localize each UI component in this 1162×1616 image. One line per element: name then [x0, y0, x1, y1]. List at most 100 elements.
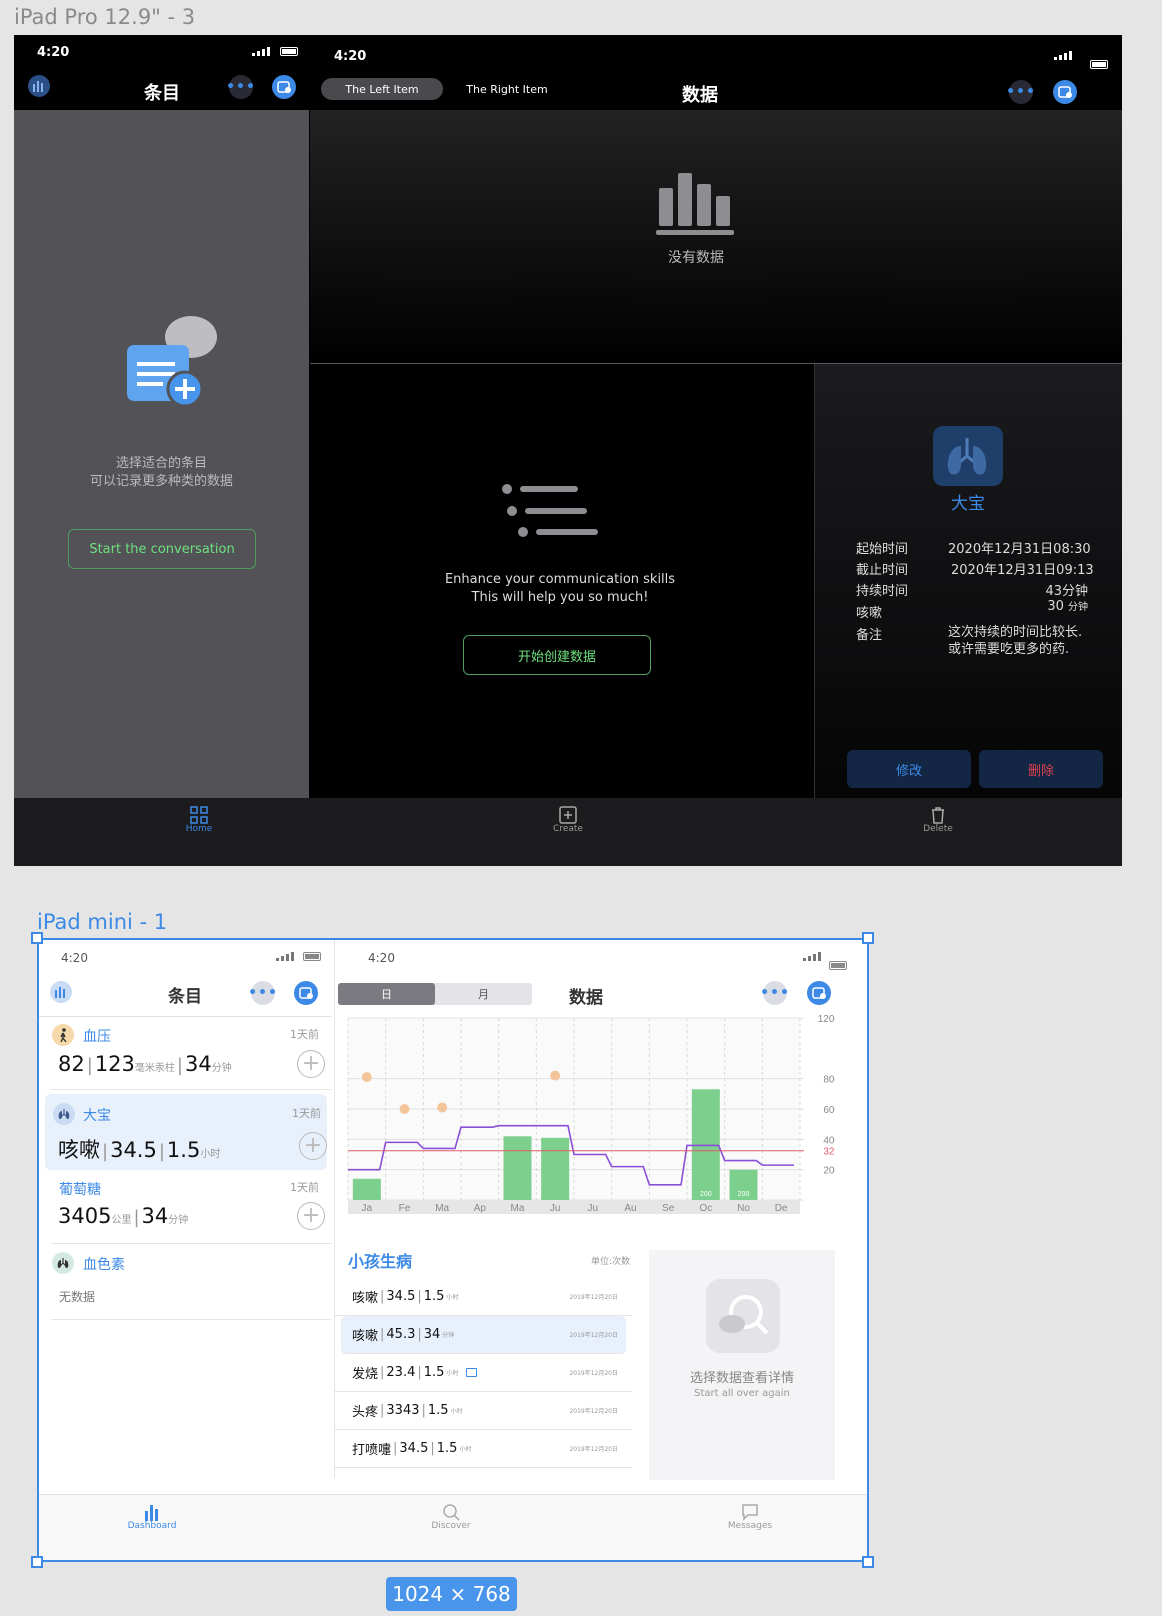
x-tick-label: Ju — [550, 1203, 561, 1214]
segment-right[interactable]: The Right Item — [446, 78, 568, 100]
tab-dashboard[interactable]: Dashboard — [122, 1503, 182, 1531]
table-row[interactable]: 咳嗽 | 34.5 | 1.5 小时 2019年12月20日 — [335, 1278, 632, 1316]
main-title: 数据 — [682, 85, 718, 106]
chart-icon[interactable] — [50, 981, 72, 1003]
value-note-line1: 这次持续的时间比较长. — [948, 625, 1083, 640]
start-conversation-button[interactable]: Start the conversation — [68, 529, 256, 569]
item-value: 3405 — [58, 1204, 112, 1228]
bar — [541, 1137, 570, 1200]
item-value: 34.5 — [110, 1138, 157, 1162]
resize-handle[interactable] — [862, 932, 874, 944]
bar-label: 200 — [738, 1191, 750, 1198]
signal-icon — [1054, 51, 1072, 60]
resize-handle[interactable] — [862, 1556, 874, 1568]
item-ago: 1天前 — [290, 1181, 319, 1194]
tab-bar: Home Create Delete — [14, 798, 1122, 866]
record-date: 2019年12月20日 — [569, 1294, 618, 1301]
item-value: 82 — [58, 1052, 85, 1076]
table-row[interactable]: 打喷嚏 | 34.5 | 1.5 小时 2019年12月20日 — [335, 1430, 632, 1468]
x-tick-label: Oc — [699, 1203, 712, 1214]
add-entry-button[interactable] — [272, 75, 296, 99]
list-empty-line2: This will help you so much! — [471, 590, 649, 605]
list-item[interactable]: 葡萄糖 1天前 3405公里 |34分钟 + — [51, 1174, 331, 1244]
segment-left[interactable]: The Left Item — [321, 78, 443, 100]
list-item[interactable]: 血色素 无数据 — [51, 1248, 331, 1320]
new-entry-illustration-icon — [127, 316, 217, 408]
item-unit: 分钟 — [168, 1215, 189, 1226]
add-record-button[interactable]: + — [297, 1050, 325, 1078]
chart-icon[interactable] — [28, 75, 50, 97]
list-icon — [502, 484, 598, 537]
record-value: 3343 — [386, 1403, 420, 1418]
more-button[interactable]: ••• — [226, 75, 255, 99]
record-value: 45.3 — [386, 1327, 416, 1342]
tab-discover[interactable]: Discover — [421, 1503, 481, 1531]
detail-name: 大宝 — [951, 494, 985, 514]
status-time-left: 4:20 — [37, 45, 70, 60]
record-value: 1.5 — [427, 1403, 449, 1418]
item-value: 123 — [94, 1052, 135, 1076]
table-row[interactable]: 头疼 | 3343 | 1.5 小时 2019年12月20日 — [335, 1392, 632, 1430]
record-date: 2019年12月20日 — [569, 1446, 618, 1453]
record-date: 2019年12月20日 — [569, 1370, 618, 1377]
segment-day[interactable]: 日 — [338, 983, 435, 1005]
item-unit: 小时 — [200, 1149, 221, 1160]
create-data-button[interactable]: 开始创建数据 — [463, 635, 651, 675]
signal-icon — [803, 952, 821, 961]
table-row[interactable]: 发烧 | 23.4 | 1.5 小时 2019年12月20日 — [335, 1354, 632, 1392]
signal-icon — [252, 47, 270, 56]
item-value: 34 — [141, 1204, 169, 1228]
tab-home[interactable]: Home — [174, 806, 224, 834]
segment-month[interactable]: 月 — [435, 983, 532, 1005]
signal-icon — [276, 952, 294, 961]
value-cough: 30 — [1047, 599, 1064, 614]
more-button[interactable]: ••• — [1006, 80, 1035, 104]
reference-label: 325 — [823, 1147, 835, 1158]
y-tick-label: 800 — [823, 1075, 835, 1086]
item-name: 血色素 — [83, 1257, 125, 1273]
add-record-button[interactable]: + — [299, 1132, 327, 1160]
tab-messages[interactable]: Messages — [720, 1503, 780, 1531]
tab-create[interactable]: Create — [543, 806, 593, 834]
tab-delete[interactable]: Delete — [913, 806, 963, 834]
add-entry-button[interactable] — [807, 981, 831, 1005]
item-unit: 毫米汞柱 — [134, 1063, 175, 1074]
x-tick-label: Ja — [362, 1203, 373, 1214]
list-item-selected[interactable]: 大宝 1天前 咳嗽 |34.5 |1.5小时 + — [45, 1094, 327, 1170]
edit-button[interactable]: 修改 — [847, 750, 971, 788]
resize-handle[interactable] — [31, 1556, 43, 1568]
battery-icon — [303, 952, 321, 961]
empty-chart-text: 没有数据 — [668, 250, 724, 266]
x-tick-label: Se — [662, 1203, 675, 1214]
add-record-button[interactable]: + — [297, 1202, 325, 1230]
value-cough-unit: 分钟 — [1068, 602, 1088, 613]
table-row-selected[interactable]: 咳嗽 | 45.3 | 34 分钟 2019年12月20日 — [341, 1316, 626, 1354]
add-entry-button[interactable] — [1053, 80, 1077, 104]
data-point — [550, 1070, 561, 1081]
record-value: 23.4 — [386, 1365, 416, 1380]
more-button[interactable]: ••• — [760, 981, 789, 1005]
x-tick-label: Ma — [435, 1203, 449, 1214]
delete-button[interactable]: 删除 — [979, 750, 1103, 788]
bar — [352, 1178, 381, 1200]
main-title: 数据 — [569, 988, 603, 1008]
y-tick-label: 1200 — [818, 1014, 835, 1025]
record-name: 打喷嚏 — [352, 1443, 392, 1458]
tab-create-label: Create — [553, 824, 583, 834]
tab-messages-label: Messages — [727, 1521, 773, 1531]
x-tick-label: De — [775, 1203, 788, 1214]
more-button[interactable]: ••• — [248, 981, 277, 1005]
resize-handle[interactable] — [31, 932, 43, 944]
record-value: 34.5 — [399, 1441, 429, 1456]
plus-square-icon — [559, 806, 577, 824]
add-entry-button[interactable] — [294, 981, 318, 1005]
y-tick-label: 200 — [823, 1166, 835, 1177]
detail-panel: 大宝 起始时间 2020年12月31日08:30 截止时间 2020年12月31… — [814, 364, 1122, 798]
list-item[interactable]: 血压 1天前 82 |123毫米汞柱 |34分钟 + — [51, 1020, 331, 1090]
trash-icon — [932, 807, 944, 824]
item-name: 大宝 — [83, 1108, 111, 1124]
ipad-pro-frame: 4:20 4:20 条目 ••• The Left Item The Right… — [14, 35, 1122, 866]
data-point — [361, 1072, 372, 1083]
value-end-time: 2020年12月31日09:13 — [951, 563, 1094, 578]
frame-label-mini: iPad mini - 1 — [37, 910, 168, 934]
